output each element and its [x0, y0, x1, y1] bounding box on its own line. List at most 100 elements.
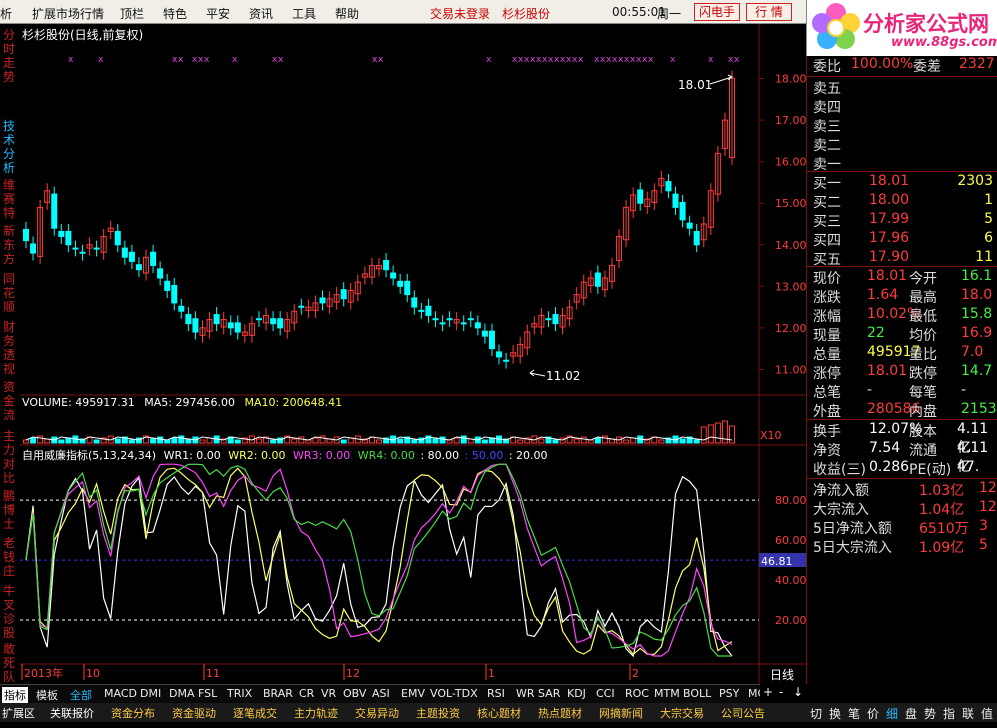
stat-row: 涨幅 10.02% 最低 15.8: [811, 306, 997, 325]
quote-tab[interactable]: 盘: [905, 705, 917, 722]
sidetab-gansi[interactable]: 敢死队: [3, 642, 18, 684]
stat-value: 18.0: [961, 287, 993, 303]
zoom-in-button[interactable]: +: [763, 685, 773, 699]
signal-marker: x: [486, 55, 492, 65]
extension-tab[interactable]: 扩展区: [2, 705, 35, 721]
sidetab-caiwu[interactable]: 财务透视: [3, 320, 18, 376]
extension-tab[interactable]: 网摘新闻: [599, 705, 643, 721]
candle-body: [693, 230, 700, 246]
stat2-label: 收益(三): [813, 462, 866, 478]
scroll-down-button[interactable]: ↓: [793, 685, 803, 699]
zoom-out-button[interactable]: -: [779, 685, 783, 699]
indicator-tab[interactable]: WR: [516, 687, 535, 700]
candle-body: [411, 297, 418, 308]
wr-axis-label: 80.00: [775, 494, 806, 507]
quote-tab[interactable]: 换: [829, 705, 841, 722]
extension-tab[interactable]: 主题投资: [416, 705, 460, 721]
extension-tab[interactable]: 资金分布: [111, 705, 155, 721]
stat-value: 18.01: [867, 363, 908, 379]
bid-volume: 5: [984, 211, 993, 227]
quote-tab[interactable]: 笔: [848, 705, 860, 722]
menu-item-feature[interactable]: 特色: [163, 5, 187, 22]
candle-body: [270, 318, 277, 325]
indicator-tab[interactable]: ROC: [625, 687, 649, 700]
indicator-tab[interactable]: VR: [321, 687, 336, 700]
menu-item-top[interactable]: 顶栏: [120, 5, 144, 22]
quote-button[interactable]: 行 情: [746, 3, 792, 21]
candle-body: [121, 247, 128, 258]
sidetab-peng[interactable]: 鹏博士: [3, 489, 18, 531]
stat2-row: 换手 12.07% 股本 4.11亿: [811, 421, 997, 456]
bid-row: 买二 18.00 1: [811, 192, 997, 211]
candle-body: [93, 247, 100, 250]
chart-area[interactable]: xxxxxxxxxxxxxxxxxxxxxxxxxxxxxxxxxxxxxxx …: [20, 24, 806, 684]
quote-tab[interactable]: 联: [962, 705, 974, 722]
volume-bar: [552, 439, 559, 444]
quote-tab[interactable]: 指: [943, 705, 955, 722]
login-status[interactable]: 交易未登录: [430, 5, 490, 22]
indicator-tab[interactable]: SAR: [538, 687, 560, 700]
indicator-tab[interactable]: MACD: [104, 687, 137, 700]
sidetab-niucha[interactable]: 牛叉诊股: [3, 584, 18, 640]
indicator-tab[interactable]: DMI: [140, 687, 161, 700]
sidetab-weisai[interactable]: 维赛特: [3, 178, 18, 220]
stat2-row: 净资 7.54 流通 4.11亿: [811, 440, 997, 475]
extension-tab[interactable]: 资金驱动: [172, 705, 216, 721]
indicator-tab[interactable]: RSI: [487, 687, 505, 700]
wr-axis-label: 40.00: [775, 574, 806, 587]
stat-label: 外盘: [813, 404, 841, 420]
extension-tab[interactable]: 关联报价: [50, 705, 94, 721]
sidetab-jishu[interactable]: 技术分析: [3, 119, 18, 175]
sidetab-lao[interactable]: 老钱庄: [3, 536, 18, 578]
quote-tab[interactable]: 切: [810, 705, 822, 722]
sidetab-zhuli[interactable]: 主力对比: [3, 429, 18, 485]
extension-tab[interactable]: 逐笔成交: [233, 705, 277, 721]
wr3-value: WR3: 0.00: [293, 449, 351, 462]
menu-stock-name: 杉杉股份: [502, 7, 551, 21]
extension-tab[interactable]: 主力轨迹: [294, 705, 338, 721]
extension-tab[interactable]: 核心题材: [477, 705, 521, 721]
indicator-tab[interactable]: BRAR: [263, 687, 293, 700]
sidetab-tonghuashun[interactable]: 同花顺: [3, 272, 18, 314]
menu-item-news[interactable]: 资讯: [249, 5, 273, 22]
menu-item-help[interactable]: 帮助: [335, 5, 359, 22]
quote-tab[interactable]: 价: [867, 705, 879, 722]
indicator-tab[interactable]: 指标: [2, 687, 28, 703]
indicator-tab[interactable]: OBV: [343, 687, 366, 700]
sidetab-zijin[interactable]: 资金流: [3, 380, 18, 422]
sidetab-fenshi[interactable]: 分时走势: [3, 28, 18, 84]
volume-bar: [411, 439, 418, 444]
stat-row: 总量 495917 量比 7.0: [811, 344, 997, 363]
indicator-tab[interactable]: PSY: [719, 687, 739, 700]
indicator-tab[interactable]: CCI: [596, 687, 615, 700]
sidetab-xindongfang[interactable]: 新东方: [3, 224, 18, 266]
menu-item-pingan[interactable]: 平安: [206, 5, 230, 22]
indicator-tab[interactable]: BOLL: [683, 687, 711, 700]
indicator-tab[interactable]: MTM: [654, 687, 680, 700]
indicator-tab[interactable]: VOL-TDX: [430, 687, 478, 700]
flash-trade-button[interactable]: 闪电手: [694, 3, 740, 21]
indicator-tab[interactable]: 全部: [70, 687, 92, 703]
indicator-tab[interactable]: EMV: [401, 687, 425, 700]
extension-tab[interactable]: 交易异动: [355, 705, 399, 721]
quote-tab[interactable]: 细: [886, 705, 898, 722]
quote-tab[interactable]: 值: [981, 705, 993, 722]
candle-body: [552, 314, 559, 325]
indicator-tab[interactable]: FSL: [198, 687, 217, 700]
indicator-tab[interactable]: TRIX: [227, 687, 252, 700]
logo: 分析家公式网 www.88gs.com: [806, 0, 997, 56]
indicator-tab[interactable]: 模板: [36, 687, 58, 703]
extension-tab[interactable]: 热点题材: [538, 705, 582, 721]
quote-tab[interactable]: 势: [924, 705, 936, 722]
menu-item-analyze[interactable]: 析: [0, 5, 12, 22]
indicator-tab[interactable]: CR: [299, 687, 314, 700]
menu-item-tools[interactable]: 工具: [292, 5, 316, 22]
wr-legend: 自用威廉指标(5,13,24,34) WR1: 0.00 WR2: 0.00 W…: [22, 447, 548, 463]
menu-item-ext[interactable]: 扩展市场行情: [32, 5, 104, 22]
indicator-tab[interactable]: KDJ: [567, 687, 586, 700]
extension-tab[interactable]: 大宗交易: [660, 705, 704, 721]
indicator-tab[interactable]: ASI: [372, 687, 390, 700]
extension-tab[interactable]: 公司公告: [721, 705, 765, 721]
indicator-tab[interactable]: DMA: [169, 687, 195, 700]
bid-label: 买四: [813, 233, 841, 249]
